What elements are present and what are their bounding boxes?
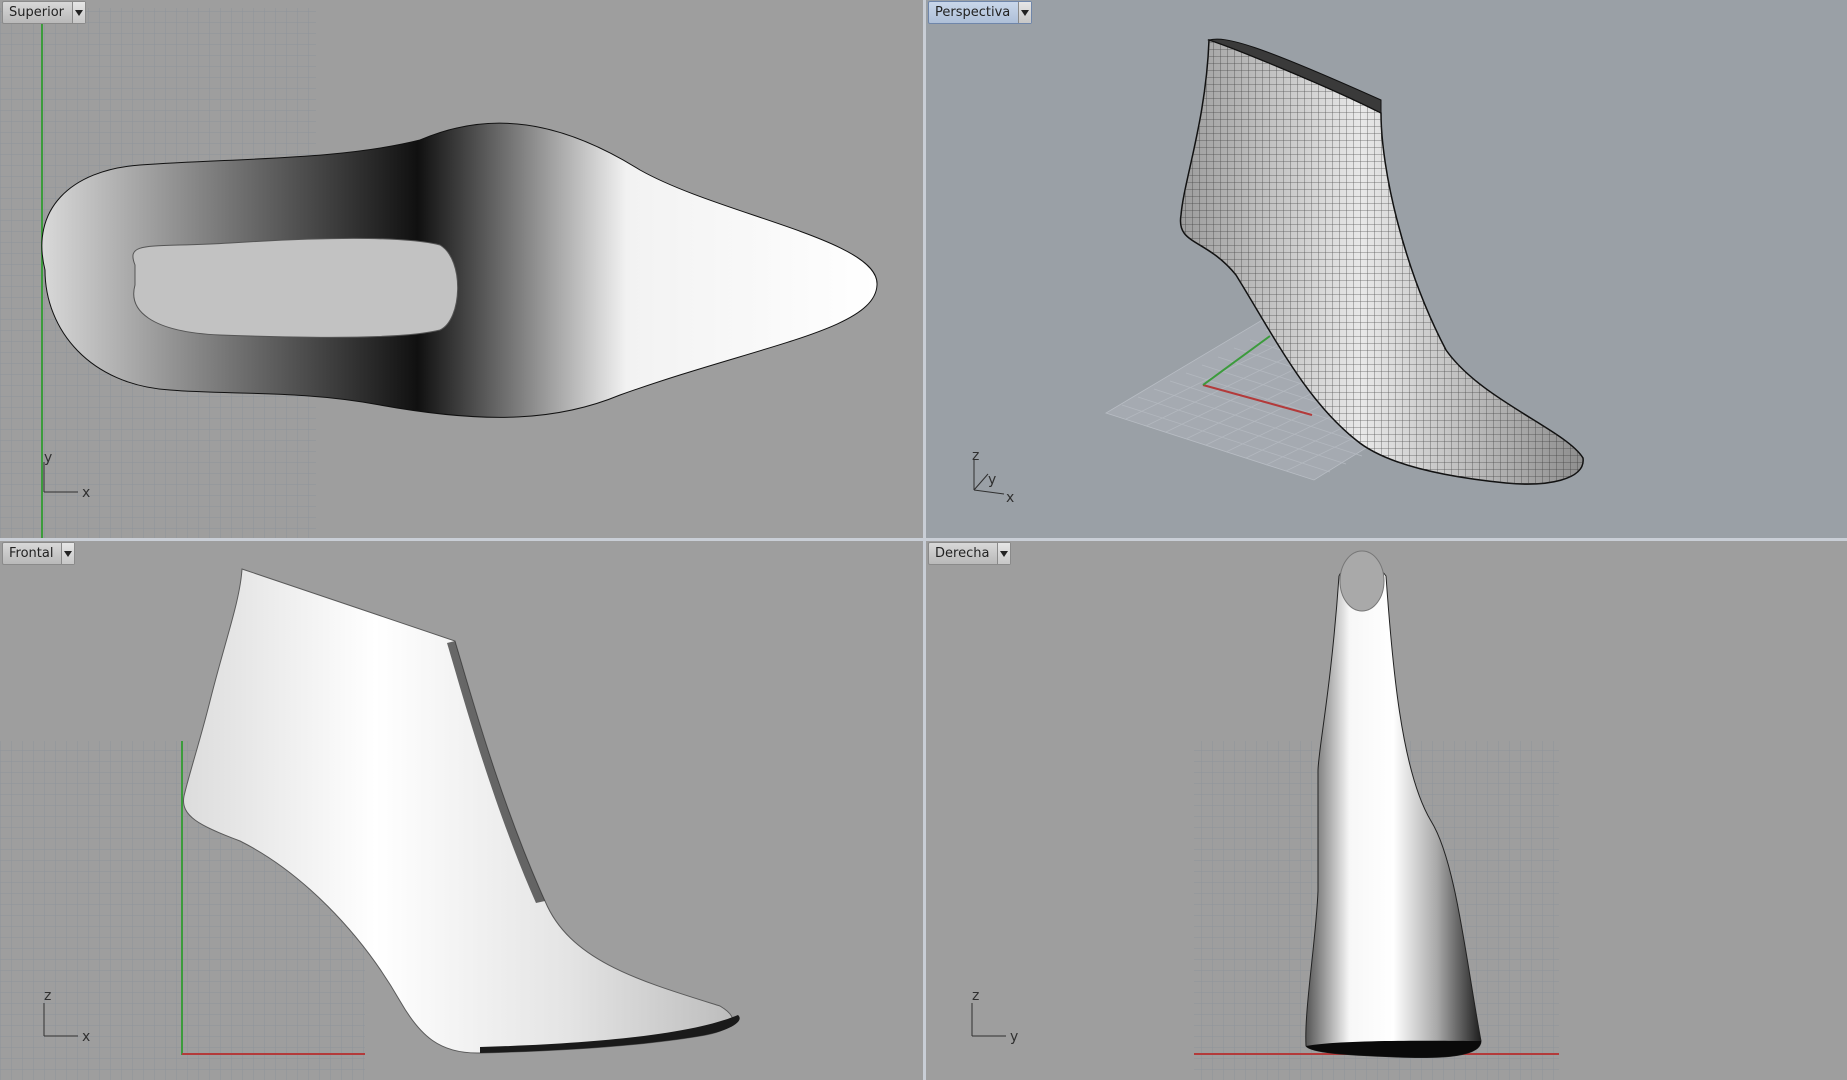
top-view-scene: y x [0, 8, 878, 538]
front-view-scene: z x [0, 568, 740, 1080]
viewport-perspective-title: Perspectiva [935, 5, 1011, 20]
viewport-top[interactable]: Superior y x [0, 0, 923, 538]
viewport-front[interactable]: Frontal z x [0, 541, 923, 1080]
viewport-perspective-tab[interactable]: Perspectiva [928, 1, 1033, 24]
axis-triad-icon: z y [971, 988, 1018, 1045]
axis-label-z: z [972, 988, 979, 1004]
shoe-top-opening [132, 237, 459, 338]
chevron-down-icon[interactable] [61, 543, 75, 564]
chevron-down-icon[interactable] [997, 543, 1011, 564]
chevron-down-icon[interactable] [1018, 2, 1032, 23]
rhino-four-viewport-window: Superior y x Perspectiva z y x Frontal z… [0, 0, 1847, 1080]
axis-label-y: y [44, 450, 52, 466]
viewport-top-tab[interactable]: Superior [2, 1, 86, 24]
viewport-top-title: Superior [9, 5, 64, 20]
axis-triad-icon: z y x [972, 448, 1014, 506]
axis-label-x: x [82, 485, 90, 501]
chevron-down-icon[interactable] [72, 2, 85, 23]
axis-label-z: z [972, 448, 979, 464]
viewport-perspective[interactable]: Perspectiva z y x [926, 0, 1847, 538]
axis-label-z: z [44, 988, 51, 1004]
viewport-right-title: Derecha [935, 546, 990, 561]
viewport-front-title: Frontal [9, 546, 54, 561]
perspective-scene: z y x [972, 38, 1584, 506]
axis-label-x: x [1006, 490, 1014, 506]
right-view-scene: z y [971, 550, 1559, 1080]
viewport-front-tab[interactable]: Frontal [2, 542, 76, 565]
axis-label-x: x [82, 1029, 90, 1045]
viewport-right-tab[interactable]: Derecha [928, 542, 1012, 565]
viewport-right[interactable]: Derecha z y [926, 541, 1847, 1080]
axis-label-y: y [1010, 1029, 1018, 1045]
boot-back-opening [1339, 550, 1385, 612]
axis-label-y: y [988, 472, 996, 488]
